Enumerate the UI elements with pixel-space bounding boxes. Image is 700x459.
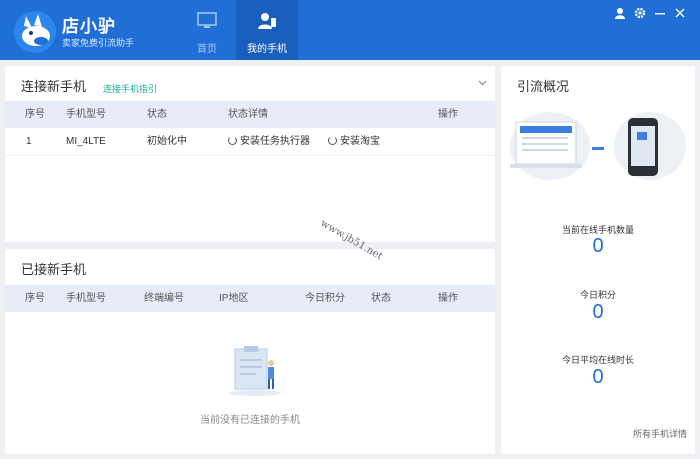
col-ip-region: IP地区 — [219, 293, 249, 304]
tab-home-label: 首页 — [197, 44, 217, 55]
tab-my-phones-label: 我的手机 — [247, 44, 287, 55]
stat-avg-online-value: 0 — [592, 366, 604, 388]
col-status: 状态 — [147, 109, 167, 120]
user-phone-icon — [258, 13, 276, 29]
col-index: 序号 — [25, 293, 45, 304]
connected-panel-title: 已接新手机 — [21, 262, 87, 277]
empty-state-text: 当前没有已连接的手机 — [200, 415, 300, 426]
laptop-phone-icon — [510, 112, 686, 180]
gear-icon[interactable] — [634, 7, 646, 19]
donkey-logo-icon — [14, 11, 56, 53]
connect-guide-link[interactable]: 连接手机指引 — [103, 82, 157, 95]
col-detail: 状态详情 — [228, 109, 268, 120]
row-status: 初始化中 — [147, 136, 187, 147]
monitor-icon — [197, 12, 217, 28]
connect-table-header: 序号 手机型号 状态 状态详情 操作 — [5, 101, 495, 128]
col-action: 操作 — [438, 293, 458, 304]
col-model: 手机型号 — [66, 109, 106, 120]
spinner-icon — [328, 136, 337, 145]
stat-online-value: 0 — [592, 235, 604, 257]
table-row[interactable]: 1 MI_4LTE 初始化中 安装任务执行器 安装淘宝 — [5, 128, 495, 156]
row-index: 1 — [26, 136, 32, 147]
stat-points-value: 0 — [592, 301, 604, 323]
row-model: MI_4LTE — [66, 136, 106, 147]
clipboard-person-icon — [229, 346, 281, 396]
skin-icon[interactable] — [614, 7, 626, 19]
col-action: 操作 — [438, 109, 458, 120]
tab-home[interactable]: 首页 — [176, 0, 238, 60]
stat-avg-online-label: 今日平均在线时长 — [561, 355, 634, 365]
stat-points-label: 今日积分 — [579, 290, 616, 300]
minimize-icon[interactable] — [654, 7, 666, 19]
col-terminal: 终端编号 — [144, 293, 184, 304]
all-phones-link[interactable]: 所有手机详情 — [633, 427, 687, 440]
overview-title: 引流概况 — [517, 79, 570, 94]
connect-panel-title: 连接新手机 — [21, 79, 87, 94]
chevron-down-icon[interactable] — [478, 78, 487, 89]
app-subtitle: 卖家免费引流助手 — [62, 38, 135, 48]
col-model: 手机型号 — [66, 293, 106, 304]
close-icon[interactable] — [674, 7, 686, 19]
row-detail-executor-label: 安装任务执行器 — [240, 136, 310, 147]
tab-my-phones[interactable]: 我的手机 — [236, 0, 298, 60]
col-index: 序号 — [25, 109, 45, 120]
connected-panel: 已接新手机 序号 手机型号 终端编号 IP地区 今日积分 状态 操作 当前没有已… — [5, 249, 495, 454]
row-detail-taobao: 安装淘宝 — [328, 128, 380, 156]
overview-panel: 引流概况 当前在线手机数量 0 今日积分 0 今日平均在线时长 0 所有手机详情 — [501, 66, 695, 454]
connected-table-header: 序号 手机型号 终端编号 IP地区 今日积分 状态 操作 — [5, 285, 495, 312]
col-status: 状态 — [371, 293, 391, 304]
row-detail-taobao-label: 安装淘宝 — [340, 136, 380, 147]
connect-panel: 连接新手机 连接手机指引 序号 手机型号 状态 状态详情 操作 1 MI_4LT… — [5, 66, 495, 242]
spinner-icon — [228, 136, 237, 145]
row-detail-executor: 安装任务执行器 — [228, 128, 310, 156]
app-name: 店小驴 — [62, 17, 116, 36]
col-today-points: 今日积分 — [305, 293, 345, 304]
title-bar: 店小驴 卖家免费引流助手 首页 我的手机 — [0, 0, 700, 60]
